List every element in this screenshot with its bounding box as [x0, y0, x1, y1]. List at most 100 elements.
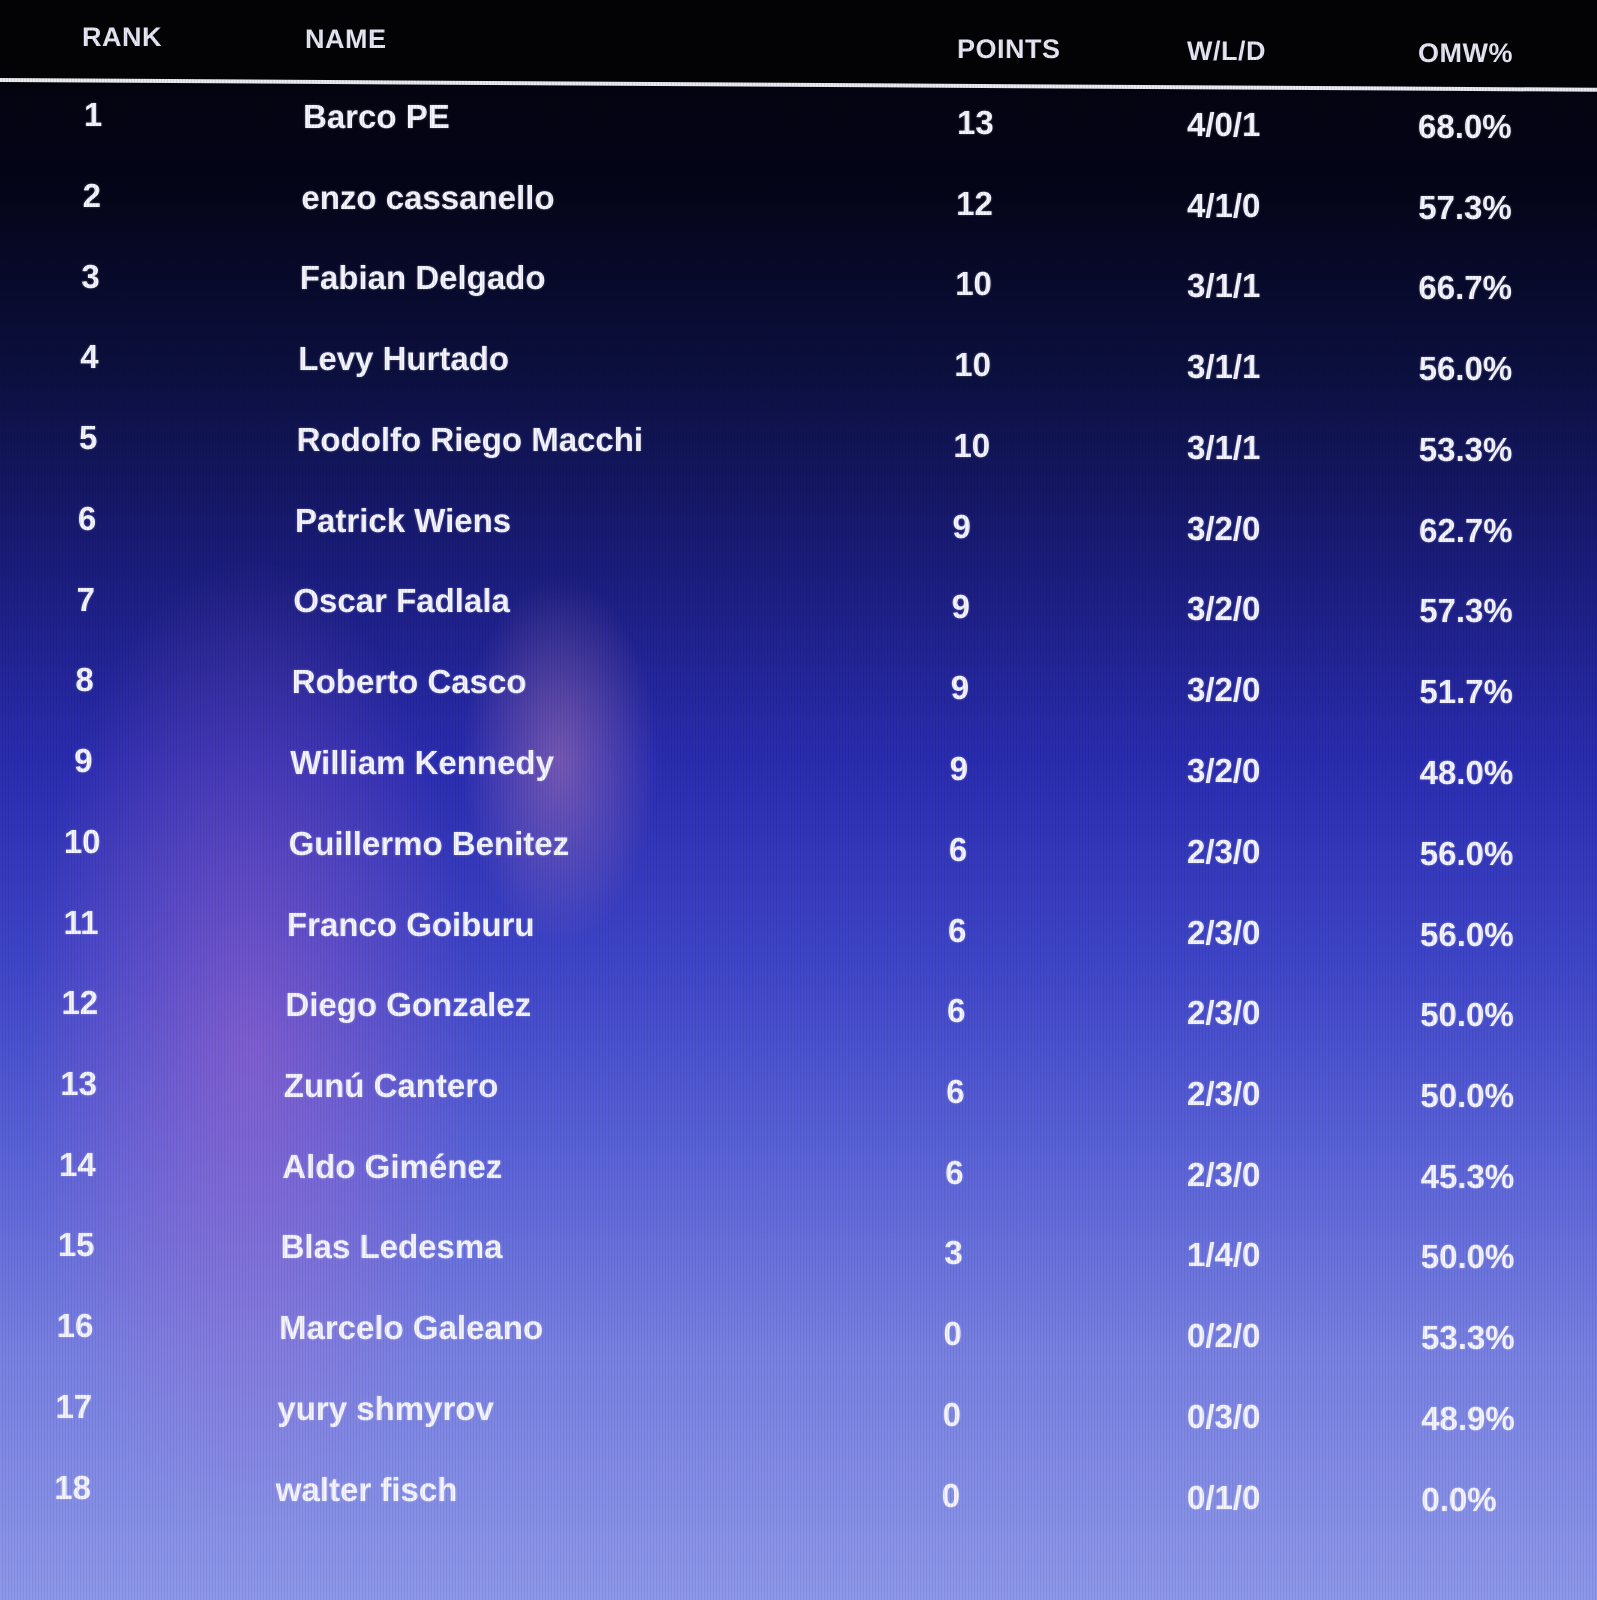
- points-cell: 10: [955, 265, 992, 303]
- points-cell: 3: [944, 1234, 963, 1272]
- rank-cell: 10: [63, 822, 101, 860]
- wld-cell: 3/2/0: [1187, 671, 1261, 709]
- wld-cell: 2/3/0: [1187, 1074, 1261, 1112]
- omw-cell: 50.0%: [1420, 996, 1514, 1034]
- points-cell: 9: [951, 588, 970, 626]
- name-cell: Aldo Giménez: [282, 1147, 503, 1185]
- wld-cell: 3/2/0: [1187, 509, 1261, 547]
- wld-cell: 3/1/1: [1187, 428, 1261, 466]
- omw-cell: 51.7%: [1419, 673, 1513, 711]
- omw-cell: 53.3%: [1421, 1319, 1515, 1357]
- points-cell: 12: [956, 184, 993, 222]
- rank-cell: 11: [63, 903, 99, 941]
- omw-cell: 66.7%: [1418, 269, 1512, 307]
- table-row: 18 walter fisch 0 0/1/0 0.0%: [0, 1468, 1597, 1528]
- wld-cell: 3/2/0: [1187, 751, 1261, 789]
- rank-cell: 12: [61, 984, 99, 1022]
- wld-cell: 0/1/0: [1187, 1478, 1261, 1516]
- column-header-omw: OMW%: [1418, 38, 1513, 68]
- points-cell: 13: [957, 104, 994, 141]
- table-row: 3 Fabian Delgado 10 3/1/1 66.7%: [0, 257, 1597, 319]
- rank-cell: 4: [80, 338, 99, 376]
- rank-cell: 14: [59, 1145, 96, 1183]
- wld-cell: 2/3/0: [1187, 994, 1261, 1032]
- table-row: 13 Zunú Cantero 6 2/3/0 50.0%: [0, 1065, 1597, 1125]
- omw-cell: 50.0%: [1420, 1238, 1515, 1276]
- omw-cell: 50.0%: [1420, 1076, 1514, 1114]
- wld-cell: 4/0/1: [1187, 106, 1261, 143]
- rank-cell: 18: [54, 1468, 91, 1506]
- omw-cell: 57.3%: [1418, 188, 1512, 226]
- omw-cell: 57.3%: [1419, 592, 1513, 630]
- wld-cell: 2/3/0: [1187, 913, 1261, 951]
- omw-cell: 56.0%: [1420, 915, 1514, 953]
- rank-cell: 5: [79, 419, 98, 456]
- points-cell: 9: [950, 669, 970, 707]
- omw-cell: 56.0%: [1419, 834, 1514, 872]
- points-cell: 6: [947, 992, 966, 1030]
- name-cell: Rodolfo Riego Macchi: [296, 420, 644, 458]
- standings-header: RANK NAME POINTS W/L/D OMW%: [0, 0, 1597, 86]
- points-cell: 0: [942, 1395, 961, 1433]
- table-row: 8 Roberto Casco 9 3/2/0 51.7%: [0, 661, 1597, 722]
- omw-cell: 45.3%: [1420, 1157, 1515, 1195]
- rank-cell: 9: [74, 742, 93, 779]
- table-row: 1 Barco PE 13 4/0/1 68.0%: [0, 96, 1597, 158]
- rank-cell: 13: [60, 1065, 97, 1102]
- points-cell: 0: [943, 1315, 962, 1353]
- column-header-points: POINTS: [957, 34, 1061, 64]
- name-cell: Oscar Fadlala: [293, 582, 510, 620]
- rank-cell: 3: [81, 257, 100, 295]
- name-cell: walter fisch: [275, 1470, 458, 1508]
- rank-cell: 15: [57, 1226, 95, 1264]
- table-row: 5 Rodolfo Riego Macchi 10 3/1/1 53.3%: [0, 419, 1597, 480]
- wld-cell: 2/3/0: [1187, 832, 1261, 870]
- name-cell: enzo cassanello: [301, 178, 555, 216]
- name-cell: Guillermo Benitez: [288, 824, 570, 862]
- table-row: 4 Levy Hurtado 10 3/1/1 56.0%: [0, 338, 1597, 400]
- name-cell: Marcelo Galeano: [279, 1309, 544, 1347]
- rank-cell: 16: [56, 1307, 94, 1345]
- wld-cell: 3/1/1: [1187, 348, 1261, 386]
- table-row: 7 Oscar Fadlala 9 3/2/0 57.3%: [0, 581, 1597, 642]
- standings-screen: RANK NAME POINTS W/L/D OMW% 1 Barco PE 13 4…: [0, 0, 1597, 1600]
- points-cell: 6: [946, 1072, 965, 1110]
- name-cell: Roberto Casco: [291, 663, 527, 701]
- points-cell: 0: [941, 1476, 961, 1514]
- omw-cell: 53.3%: [1418, 430, 1513, 468]
- column-header-name: NAME: [305, 24, 387, 54]
- wld-cell: 1/4/0: [1187, 1236, 1261, 1274]
- column-header-rank: RANK: [82, 22, 162, 52]
- points-cell: 10: [954, 346, 992, 384]
- column-header-wld: W/L/D: [1187, 36, 1266, 66]
- name-cell: Barco PE: [303, 98, 450, 135]
- table-row: 2 enzo cassanello 12 4/1/0 57.3%: [0, 177, 1597, 239]
- table-row: 14 Aldo Giménez 6 2/3/0 45.3%: [0, 1146, 1597, 1206]
- name-cell: yury shmyrov: [277, 1389, 494, 1427]
- table-row: 10 Guillermo Benitez 6 2/3/0 56.0%: [0, 823, 1597, 883]
- wld-cell: 0/2/0: [1187, 1317, 1261, 1355]
- name-cell: Patrick Wiens: [295, 501, 512, 539]
- wld-cell: 3/1/1: [1187, 267, 1261, 305]
- table-row: 6 Patrick Wiens 9 3/2/0 62.7%: [0, 499, 1597, 561]
- name-cell: Zunú Cantero: [283, 1066, 499, 1104]
- name-cell: Franco Goiburu: [287, 905, 535, 943]
- name-cell: Levy Hurtado: [298, 340, 510, 378]
- table-row: 16 Marcelo Galeano 0 0/2/0 53.3%: [0, 1307, 1597, 1367]
- rank-cell: 6: [77, 499, 97, 537]
- name-cell: Diego Gonzalez: [285, 986, 532, 1024]
- points-cell: 10: [953, 426, 991, 464]
- omw-cell: 48.9%: [1421, 1399, 1515, 1437]
- omw-cell: 62.7%: [1419, 511, 1513, 549]
- points-cell: 6: [945, 1153, 964, 1191]
- table-row: 15 Blas Ledesma 3 1/4/0 50.0%: [0, 1226, 1597, 1286]
- points-cell: 9: [949, 749, 969, 787]
- wld-cell: 0/3/0: [1187, 1397, 1261, 1435]
- name-cell: Blas Ledesma: [280, 1228, 503, 1266]
- rank-cell: 1: [83, 96, 103, 133]
- name-cell: Fabian Delgado: [299, 259, 546, 297]
- wld-cell: 4/1/0: [1187, 186, 1261, 224]
- points-cell: 9: [952, 507, 971, 545]
- name-cell: William Kennedy: [290, 743, 554, 781]
- omw-cell: 56.0%: [1418, 350, 1513, 388]
